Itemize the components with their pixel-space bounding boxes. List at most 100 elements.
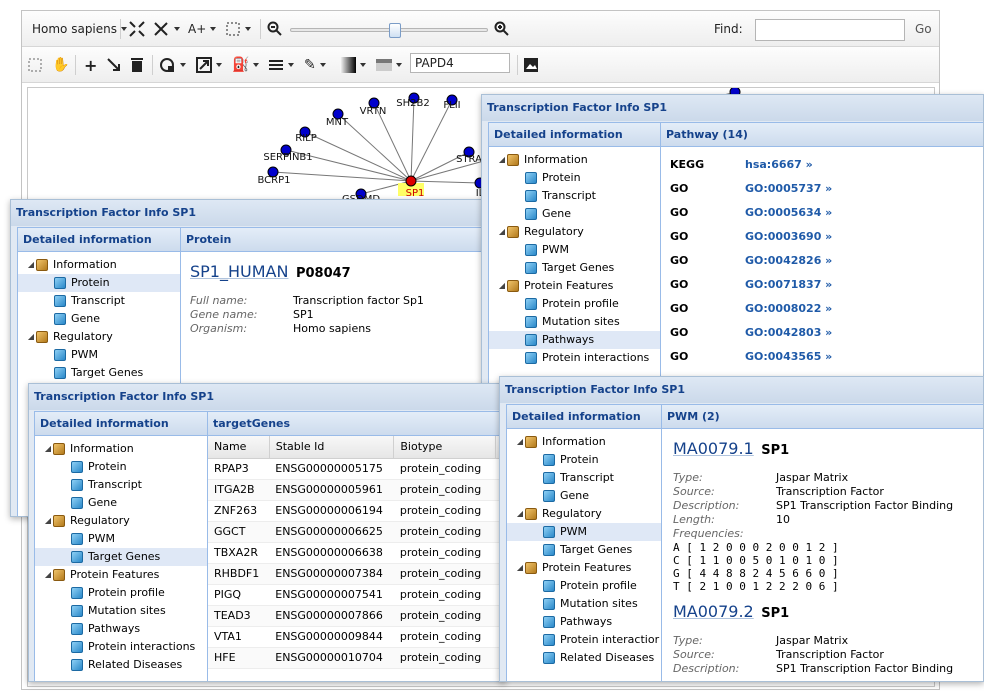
expand-triangle-icon[interactable]: ◢	[43, 440, 53, 458]
tree-node[interactable]: Gene	[507, 487, 661, 505]
tree-node[interactable]: ◢ Protein Features	[489, 277, 660, 295]
tree-node[interactable]: PWM	[489, 241, 660, 259]
expand-triangle-icon[interactable]: ◢	[26, 256, 36, 274]
organism-select[interactable]: Homo sapiens	[32, 20, 128, 38]
tree-node[interactable]: Protein	[35, 458, 207, 476]
tree-node[interactable]: Related Diseases	[35, 656, 207, 674]
tree-node[interactable]: Protein interactions	[489, 349, 660, 367]
tree-node[interactable]: Pathways	[507, 613, 661, 631]
tree-node[interactable]: Protein profile	[507, 577, 661, 595]
tree-node[interactable]: Mutation sites	[507, 595, 661, 613]
collapse-button[interactable]	[128, 20, 146, 38]
matrix-id-link[interactable]: MA0079.1	[673, 439, 754, 458]
pwm-info-window[interactable]: Transcription Factor Info SP1 Detailed i…	[499, 376, 984, 682]
zoom-slider-handle[interactable]	[389, 23, 401, 38]
table-row[interactable]: ITGA2BENSG00000005961protein_coding17	[208, 479, 505, 501]
tree-node[interactable]: Pathways	[35, 620, 207, 638]
expand-triangle-icon[interactable]: ◢	[515, 505, 525, 523]
resize-button[interactable]	[196, 56, 222, 74]
export-image-button[interactable]	[523, 56, 539, 74]
tree-node[interactable]: Protein profile	[489, 295, 660, 313]
select-mode-button[interactable]	[225, 20, 251, 38]
tree-node[interactable]: Protein profile	[35, 584, 207, 602]
tree-node[interactable]: Transcript	[489, 187, 660, 205]
zoom-out-button[interactable]	[267, 20, 283, 38]
network-node[interactable]	[405, 175, 417, 187]
tree-node[interactable]: ◢ Information	[18, 256, 180, 274]
expand-triangle-icon[interactable]: ◢	[515, 559, 525, 577]
matrix-id-link[interactable]: MA0079.2	[673, 602, 754, 621]
add-node-button[interactable]: +	[84, 56, 97, 75]
table-row[interactable]: HFEENSG00000010704protein_coding6	[208, 647, 505, 669]
label-text-input[interactable]: PAPD4	[410, 53, 510, 73]
column-header[interactable]: Biotype	[393, 436, 496, 459]
protein-name-link[interactable]: SP1_HUMAN	[190, 262, 288, 281]
table-row[interactable]: TBXA2RENSG00000006638protein_coding19	[208, 542, 505, 564]
tree-node[interactable]: Transcript	[35, 476, 207, 494]
tree-node[interactable]: PWM	[18, 346, 180, 364]
table-row[interactable]: GGCTENSG00000006625protein_coding7	[208, 521, 505, 543]
tree-node[interactable]: Mutation sites	[489, 313, 660, 331]
pathway-link[interactable]: GO:0008022 »	[745, 297, 832, 321]
expand-triangle-icon[interactable]: ◢	[497, 151, 507, 169]
expand-triangle-icon[interactable]: ◢	[497, 277, 507, 295]
pan-button[interactable]: ✋	[52, 56, 69, 74]
tree-node[interactable]: Protein	[507, 451, 661, 469]
pathway-link[interactable]: GO:0005737 »	[745, 177, 832, 201]
expand-triangle-icon[interactable]: ◢	[43, 566, 53, 584]
zoom-in-button[interactable]	[494, 20, 510, 38]
fill-color-button[interactable]: ⛽	[232, 56, 260, 74]
line-width-button[interactable]	[268, 56, 294, 74]
tree-node[interactable]: PWM	[35, 530, 207, 548]
line-color-button[interactable]: ✎	[304, 56, 326, 74]
tree-node[interactable]: Protein interactior	[507, 631, 661, 649]
tree-node[interactable]: Protein	[489, 169, 660, 187]
table-row[interactable]: PIGQENSG00000007541protein_coding16	[208, 584, 505, 606]
pathway-info-window[interactable]: Transcription Factor Info SP1 Detailed i…	[481, 94, 984, 386]
column-header[interactable]: Name	[208, 436, 270, 459]
tree-node[interactable]: Target Genes	[18, 364, 180, 382]
pathway-link[interactable]: GO:0003690 »	[745, 225, 832, 249]
expand-triangle-icon[interactable]: ◢	[43, 512, 53, 530]
pathway-link[interactable]: GO:0071837 »	[745, 273, 832, 297]
font-size-button[interactable]: A+	[188, 20, 217, 38]
delete-button[interactable]	[130, 56, 144, 74]
add-edge-button[interactable]	[106, 56, 122, 74]
find-input[interactable]	[755, 19, 905, 41]
expand-triangle-icon[interactable]: ◢	[497, 223, 507, 241]
tree-node[interactable]: ◢ Information	[489, 151, 660, 169]
tree-node[interactable]: Related Diseases	[507, 649, 661, 667]
pathway-link[interactable]: hsa:6667 »	[745, 153, 813, 177]
table-row[interactable]: ZNF263ENSG00000006194protein_coding16	[208, 500, 505, 522]
tree-node[interactable]: Protein	[18, 274, 180, 292]
target-genes-window[interactable]: Transcription Factor Info SP1 Detailed i…	[28, 383, 506, 682]
expand-triangle-icon[interactable]: ◢	[515, 433, 525, 451]
table-row[interactable]: RPAP3ENSG00000005175protein_coding12	[208, 458, 505, 480]
tree-node[interactable]: ◢ Protein Features	[507, 559, 661, 577]
marquee-button[interactable]	[28, 56, 42, 74]
tree-node[interactable]: ◢ Information	[35, 440, 207, 458]
tree-node[interactable]: ◢ Regulatory	[489, 223, 660, 241]
gradient-button[interactable]	[340, 56, 366, 74]
tree-node[interactable]: ◢ Protein Features	[35, 566, 207, 584]
tree-node[interactable]: Target Genes	[35, 548, 207, 566]
column-header[interactable]: Stable Id	[269, 436, 395, 459]
tree-node[interactable]: Pathways	[489, 331, 660, 349]
pathway-link[interactable]: GO:0042826 »	[745, 249, 832, 273]
go-button[interactable]: Go	[915, 20, 932, 38]
tree-node[interactable]: Gene	[35, 494, 207, 512]
pathway-link[interactable]: GO:0005634 »	[745, 201, 832, 225]
tree-node[interactable]: PWM	[507, 523, 661, 541]
line-style-button[interactable]	[376, 56, 402, 74]
pathway-link[interactable]: GO:0043565 »	[745, 345, 832, 369]
expand-triangle-icon[interactable]: ◢	[26, 328, 36, 346]
tree-node[interactable]: ◢ Regulatory	[35, 512, 207, 530]
zoom-slider[interactable]	[290, 23, 488, 38]
pathway-link[interactable]: GO:0042803 »	[745, 321, 832, 345]
table-row[interactable]: TEAD3ENSG00000007866protein_coding6	[208, 605, 505, 627]
table-row[interactable]: RHBDF1ENSG00000007384protein_coding16	[208, 563, 505, 585]
tree-node[interactable]: Transcript	[18, 292, 180, 310]
tree-node[interactable]: Gene	[489, 205, 660, 223]
tree-node[interactable]: Target Genes	[489, 259, 660, 277]
tree-node[interactable]: Target Genes	[507, 541, 661, 559]
